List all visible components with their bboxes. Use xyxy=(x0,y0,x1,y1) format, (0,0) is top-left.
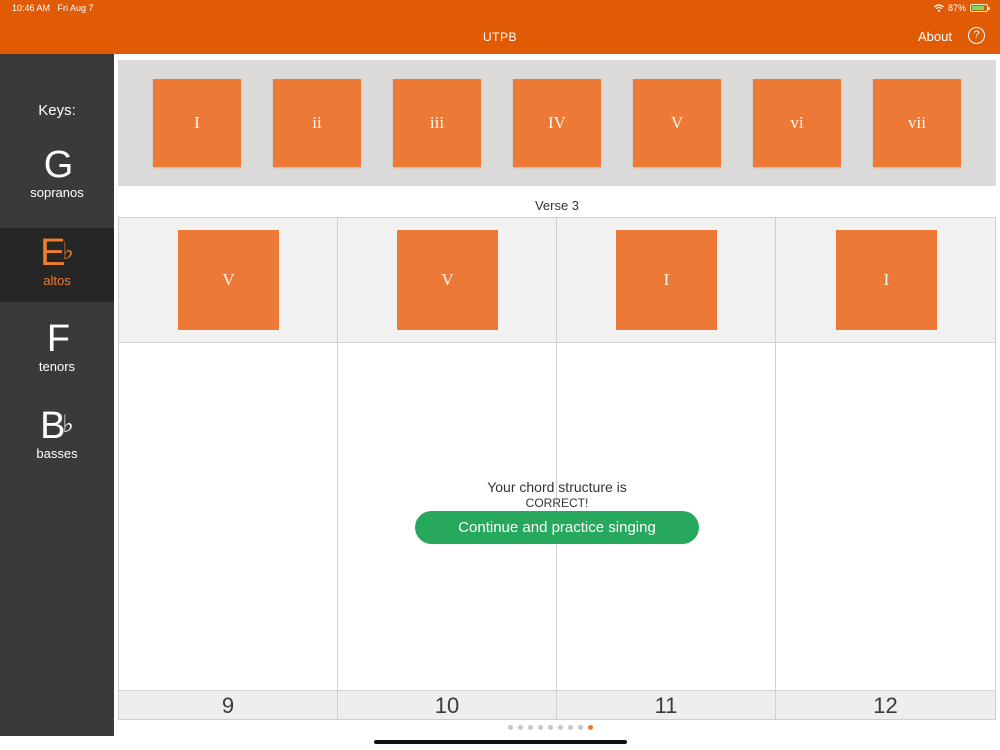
page-dot[interactable] xyxy=(578,725,583,730)
status-indicators: 87% xyxy=(934,3,990,13)
key-voice-name: basses xyxy=(36,446,78,461)
chord-slot[interactable]: I xyxy=(557,218,775,343)
key-item-altos[interactable]: E♭ altos xyxy=(0,228,114,302)
key-voice-name: tenors xyxy=(38,359,76,374)
measure-column: I 12 xyxy=(776,218,995,719)
key-letter: E♭ xyxy=(40,232,74,274)
palette-chord-tile[interactable]: iii xyxy=(393,79,481,167)
placed-chord-tile[interactable]: I xyxy=(836,230,937,330)
palette-chord-tile[interactable]: V xyxy=(633,79,721,167)
palette-chord-tile[interactable]: vi xyxy=(753,79,841,167)
key-letter: F xyxy=(46,318,71,360)
key-item-tenors[interactable]: F tenors xyxy=(0,314,114,388)
page-dot[interactable] xyxy=(518,725,523,730)
placed-chord-tile[interactable]: I xyxy=(616,230,717,330)
palette-chord-tile[interactable]: IV xyxy=(513,79,601,167)
placed-chord-tile[interactable]: V xyxy=(397,230,498,330)
chord-palette: I ii iii IV V vi vii xyxy=(118,60,996,186)
keys-sidebar: Keys: G sopranos E♭ altos F tenors B♭ ba… xyxy=(0,54,114,736)
status-time: 10:46 AM Fri Aug 7 xyxy=(12,3,94,13)
measure-column: I 11 xyxy=(557,218,776,719)
page-dot[interactable] xyxy=(548,725,553,730)
keys-title: Keys: xyxy=(38,102,76,119)
measure-column: V 10 xyxy=(338,218,557,719)
measure-column: V 9 xyxy=(119,218,338,719)
page-dot[interactable] xyxy=(558,725,563,730)
page-dot[interactable] xyxy=(588,725,593,730)
app-root: 10:46 AM Fri Aug 7 87% UTPB About ? Keys… xyxy=(0,0,1000,750)
placed-chord-tile[interactable]: V xyxy=(178,230,279,330)
about-link[interactable]: About xyxy=(918,29,952,44)
continue-practice-button[interactable]: Continue and practice singing xyxy=(415,511,699,544)
palette-chord-tile[interactable]: vii xyxy=(873,79,961,167)
result-message: Your chord structure is xyxy=(487,479,627,495)
app-title: UTPB xyxy=(482,30,517,44)
page-indicator[interactable] xyxy=(508,725,593,731)
battery-percent: 87% xyxy=(947,3,966,13)
key-voice-name: sopranos xyxy=(30,185,84,200)
battery-icon xyxy=(970,4,990,12)
top-bar: 10:46 AM Fri Aug 7 87% UTPB About ? xyxy=(0,0,1000,54)
chord-slot[interactable]: V xyxy=(338,218,556,343)
result-status: CORRECT! xyxy=(525,496,589,510)
key-item-basses[interactable]: B♭ basses xyxy=(0,401,114,475)
measure-number: 11 xyxy=(557,690,775,719)
question-circle-icon[interactable]: ? xyxy=(968,27,985,44)
palette-chord-tile[interactable]: ii xyxy=(273,79,361,167)
measure-number: 10 xyxy=(338,690,556,719)
chord-slot[interactable]: I xyxy=(776,218,995,343)
measure-number: 12 xyxy=(776,690,995,719)
status-date: Fri Aug 7 xyxy=(57,3,94,13)
measure-number: 9 xyxy=(119,690,337,719)
key-letter: G xyxy=(43,144,74,186)
status-clock: 10:46 AM xyxy=(12,3,51,13)
verse-label: Verse 3 xyxy=(534,198,580,213)
home-indicator[interactable] xyxy=(374,740,627,744)
wifi-icon xyxy=(934,4,944,12)
palette-chord-tile[interactable]: I xyxy=(153,79,241,167)
key-item-sopranos[interactable]: G sopranos xyxy=(0,140,114,214)
page-dot[interactable] xyxy=(528,725,533,730)
key-letter: B♭ xyxy=(40,405,74,447)
chord-slot[interactable]: V xyxy=(119,218,337,343)
measure-grid: V 9 V 10 I 11 I 12 xyxy=(118,217,996,720)
page-dot[interactable] xyxy=(508,725,513,730)
page-dot[interactable] xyxy=(568,725,573,730)
page-dot[interactable] xyxy=(538,725,543,730)
key-voice-name: altos xyxy=(43,273,71,288)
